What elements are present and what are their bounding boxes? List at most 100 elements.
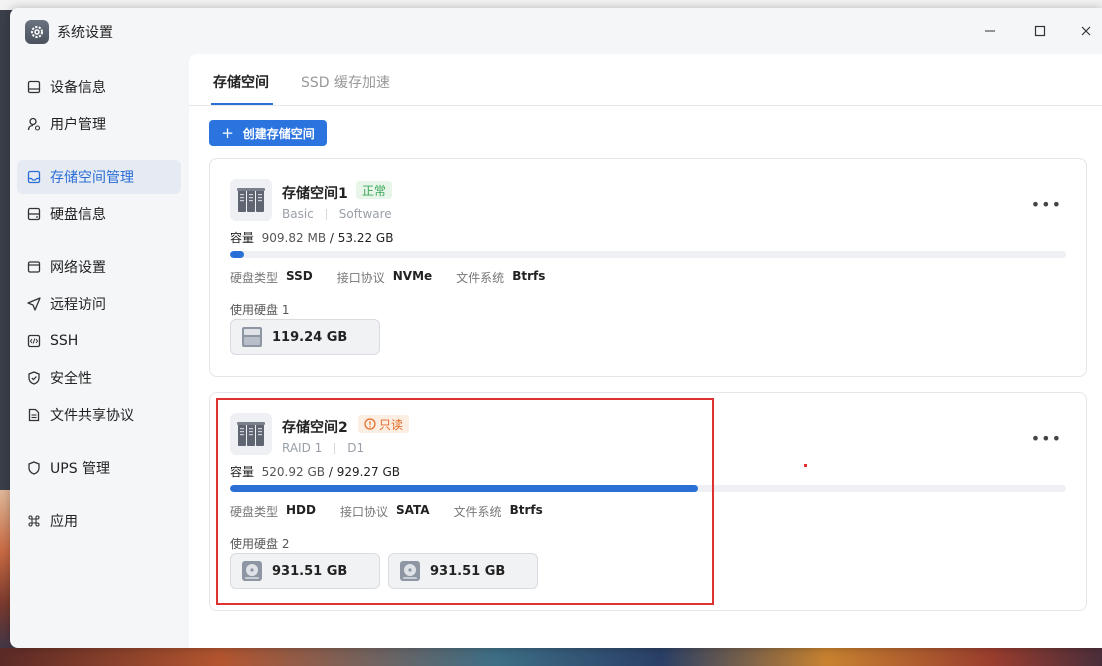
used-disks-count: 2: [281, 537, 290, 551]
disk-type-value: HDD: [286, 503, 316, 517]
sidebar-item-file-sharing[interactable]: 文件共享协议: [17, 398, 181, 432]
sidebar-item-label: 安全性: [50, 371, 92, 387]
sidebar-item-label: 用户管理: [50, 117, 106, 133]
sidebar-item-label: UPS 管理: [50, 461, 111, 477]
capacity-label: 容量: [230, 465, 255, 479]
maximize-button[interactable]: [1022, 18, 1058, 44]
annotation-dot: [804, 464, 807, 467]
sidebar-item-label: SSH: [50, 333, 79, 349]
hdd-icon: [241, 560, 263, 582]
disk-type-value: SSD: [286, 269, 313, 283]
status-badge: 正常: [356, 181, 393, 199]
used-disks-label: 使用硬盘 1: [230, 301, 289, 318]
storage-icon: [26, 169, 42, 185]
protocol-value: SATA: [396, 503, 430, 517]
create-storage-label: 创建存储空间: [242, 126, 315, 141]
disk-chip[interactable]: 931.51 GB: [230, 553, 380, 589]
nas-icon: [230, 179, 272, 221]
code-icon: [26, 333, 42, 349]
network-icon: [26, 259, 42, 275]
used-disks-text: 使用硬盘: [230, 537, 279, 551]
sidebar-item-network[interactable]: 网络设置: [17, 250, 181, 284]
more-options-icon[interactable]: •••: [1031, 195, 1062, 214]
capacity-bar: [230, 485, 1066, 492]
status-text: 只读: [379, 417, 404, 432]
minimize-button[interactable]: [972, 18, 1008, 44]
main-panel: 存储空间 SSD 缓存加速 + 创建存储空间 存储空间1 正常 Basic So…: [189, 54, 1102, 648]
storage-card: 存储空间2 只读 RAID 1 D1 ••• 容量 520.92 GB / 92…: [209, 392, 1087, 611]
total-capacity: 53.22 GB: [337, 231, 394, 245]
title-bar[interactable]: 系统设置: [10, 8, 1102, 54]
maximize-icon: [1034, 25, 1046, 37]
used-capacity: 909.82 MB: [261, 231, 327, 245]
sidebar-item-remote-access[interactable]: 远程访问: [17, 287, 181, 321]
tab-ssd-cache[interactable]: SSD 缓存加速: [301, 72, 390, 92]
disk-chip[interactable]: 119.24 GB: [230, 319, 380, 355]
shield-icon: [26, 370, 42, 386]
ups-shield-icon: [26, 460, 42, 476]
disk-chip[interactable]: 931.51 GB: [388, 553, 538, 589]
sidebar-item-storage[interactable]: 存储空间管理: [17, 160, 181, 194]
raid-level: Basic: [282, 207, 314, 221]
nas-icon: [230, 413, 272, 455]
warning-icon: [364, 418, 376, 430]
filesystem-label: 文件系统: [456, 271, 505, 285]
divider: [325, 208, 327, 220]
disk-type-label: 硬盘类型: [230, 505, 279, 519]
create-storage-button[interactable]: + 创建存储空间: [209, 120, 327, 146]
file-icon: [26, 407, 42, 423]
capacity-label: 容量: [230, 231, 255, 245]
storage-specs: 硬盘类型 HDD 接口协议 SATA 文件系统 Btrfs: [230, 503, 567, 520]
settings-window: 系统设置 设备信息 用户管理 存储空间管理 硬盘信息 网络设置 远程访问 SSH…: [10, 8, 1102, 648]
sidebar-item-disk-info[interactable]: 硬盘信息: [17, 197, 181, 231]
filesystem-value: Btrfs: [512, 269, 546, 283]
sidebar-item-label: 应用: [50, 514, 78, 530]
more-options-icon[interactable]: •••: [1031, 429, 1062, 448]
capacity-bar-fill: [230, 251, 245, 258]
remote-icon: [26, 296, 42, 312]
plus-icon: +: [221, 124, 234, 142]
device-icon: [26, 79, 42, 95]
disk-size: 119.24 GB: [272, 329, 348, 345]
raid-level: RAID 1: [282, 441, 323, 455]
storage-space-name: 存储空间1: [282, 186, 348, 202]
desktop-wallpaper-bottom: [0, 648, 1102, 666]
disk-type-label: 硬盘类型: [230, 271, 279, 285]
sidebar-item-security[interactable]: 安全性: [17, 361, 181, 395]
hdd-icon: [399, 560, 421, 582]
sidebar-item-device-info[interactable]: 设备信息: [17, 70, 181, 104]
filesystem-value: Btrfs: [509, 503, 543, 517]
sidebar-item-label: 网络设置: [50, 260, 106, 276]
active-tab-indicator: [211, 103, 273, 105]
harddisk-icon: [26, 206, 42, 222]
sidebar-item-label: 文件共享协议: [50, 408, 134, 424]
storage-space-meta: RAID 1 D1: [282, 441, 364, 455]
divider: [334, 442, 336, 454]
used-disks-label: 使用硬盘 2: [230, 535, 289, 552]
capacity-separator: /: [329, 231, 334, 245]
sidebar-item-label: 设备信息: [50, 80, 106, 96]
tab-bar: 存储空间 SSD 缓存加速: [189, 54, 1102, 106]
user-icon: [26, 116, 42, 132]
used-capacity: 520.92 GB: [261, 465, 325, 479]
protocol-label: 接口协议: [336, 271, 385, 285]
protocol-label: 接口协议: [339, 505, 388, 519]
sidebar-item-label: 硬盘信息: [50, 207, 106, 223]
close-icon: [1081, 26, 1091, 36]
filesystem-label: 文件系统: [453, 505, 502, 519]
sidebar-item-ups[interactable]: UPS 管理: [17, 451, 181, 485]
storage-card: 存储空间1 正常 Basic Software ••• 容量 909.82 MB…: [209, 158, 1087, 377]
sidebar-item-ssh[interactable]: SSH: [17, 324, 181, 358]
sidebar-item-users[interactable]: 用户管理: [17, 107, 181, 141]
settings-gear-icon: [25, 20, 49, 44]
status-badge: 只读: [358, 415, 410, 433]
sidebar-item-label: 远程访问: [50, 297, 106, 313]
sidebar-item-apps[interactable]: 应用: [17, 504, 181, 538]
capacity-text: 容量 520.92 GB / 929.27 GB: [230, 463, 400, 480]
tab-storage-space[interactable]: 存储空间: [213, 72, 269, 92]
minimize-icon: [985, 30, 995, 32]
used-disks-count: 1: [281, 303, 290, 317]
storage-specs: 硬盘类型 SSD 接口协议 NVMe 文件系统 Btrfs: [230, 269, 569, 286]
capacity-separator: /: [328, 465, 333, 479]
close-button[interactable]: [1068, 18, 1102, 44]
